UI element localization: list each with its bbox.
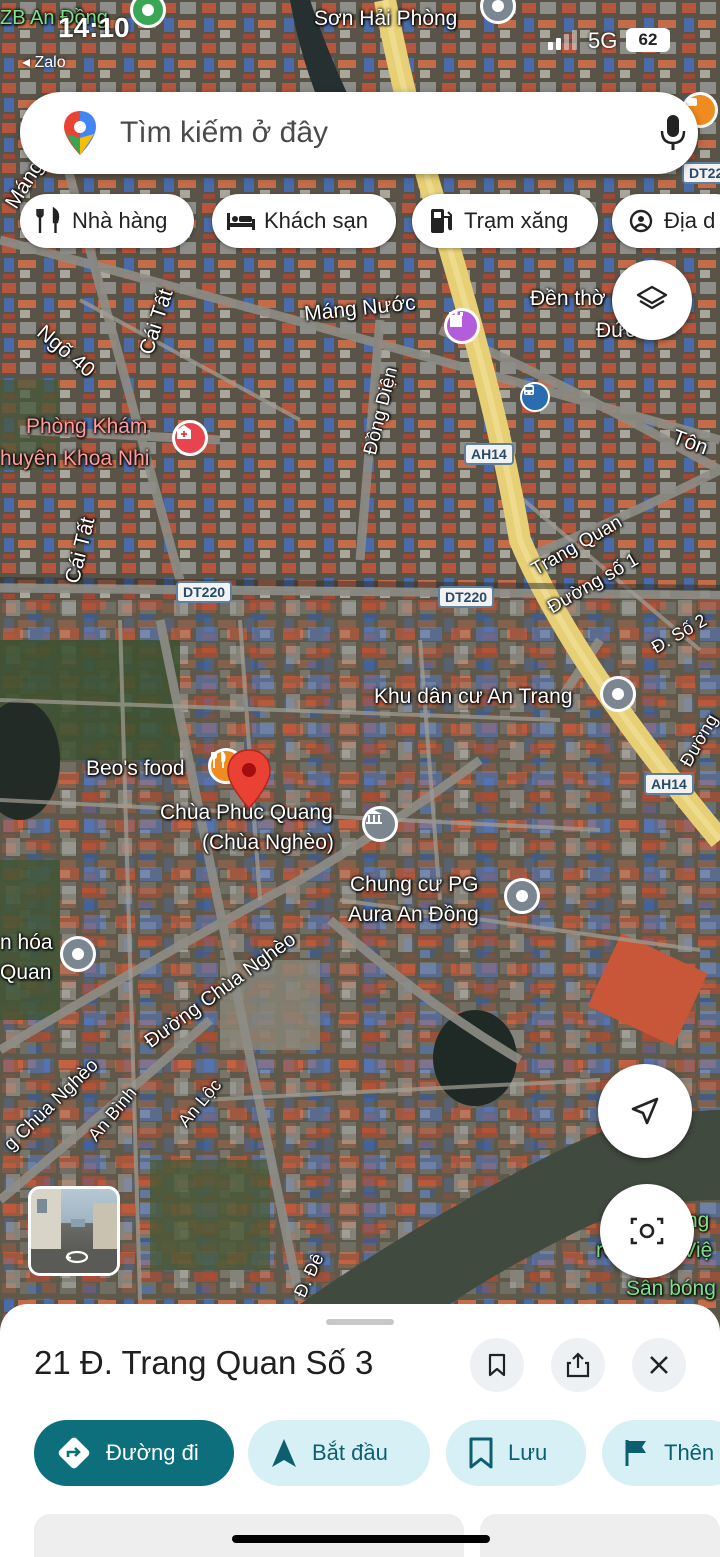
fork-knife-icon xyxy=(34,206,64,236)
map-label-phong-kham: Phòng Khám xyxy=(26,415,148,438)
home-indicator[interactable] xyxy=(232,1535,490,1543)
gas-pump-icon xyxy=(426,206,456,236)
selected-location-pin-icon[interactable] xyxy=(226,748,272,810)
close-icon xyxy=(650,1356,668,1374)
map-label-van-hoa-2: Quan xyxy=(0,961,52,984)
search-bar[interactable]: Tìm kiếm ở đây xyxy=(20,92,698,174)
landmark-icon xyxy=(626,206,656,236)
search-input[interactable]: Tìm kiếm ở đây xyxy=(120,116,328,150)
map-label-san-bong: Sân bóng xyxy=(626,1277,716,1300)
bed-icon xyxy=(226,206,256,236)
save-label: Lưu xyxy=(508,1440,548,1465)
road-shield-ah14: AH14 xyxy=(644,773,694,795)
road-shield-dt220: DT220 xyxy=(438,586,495,608)
navigation-arrow-icon xyxy=(631,1097,659,1125)
battery-level: 62 xyxy=(626,28,670,52)
share-icon xyxy=(566,1352,590,1378)
clinic-poi-icon[interactable] xyxy=(172,420,208,456)
start-label: Bắt đầu xyxy=(312,1440,388,1465)
bookmark-icon xyxy=(488,1353,506,1377)
map-label-chung-cu: Chung cư PG xyxy=(350,873,479,896)
chip-label: Nhà hàng xyxy=(72,208,168,233)
camera-icon xyxy=(630,1217,664,1245)
chip-label: Trạm xăng xyxy=(464,208,569,233)
map-label-beos-food: Beo's food xyxy=(86,757,185,780)
navigation-arrow-icon xyxy=(270,1437,298,1469)
street-view-thumbnail[interactable] xyxy=(28,1186,120,1276)
landmark-poi-icon[interactable] xyxy=(444,308,480,344)
road-shield-ah14: AH14 xyxy=(464,443,514,465)
status-time: 14:10 xyxy=(58,12,130,43)
map-layers-button[interactable] xyxy=(612,260,692,340)
save-button[interactable]: Lưu xyxy=(446,1420,586,1486)
poi-marker-icon[interactable] xyxy=(600,676,636,712)
map-label-chung-cu-2: Aura An Đồng xyxy=(348,903,479,926)
sheet-drag-handle[interactable] xyxy=(326,1319,394,1325)
road-shield-dt220: DT220 xyxy=(682,162,720,184)
signal-strength-icon xyxy=(548,30,577,50)
lens-search-button[interactable] xyxy=(600,1184,694,1278)
add-label-button[interactable]: Thên xyxy=(602,1420,720,1486)
chip-attractions[interactable]: Địa d xyxy=(612,194,720,248)
microphone-icon[interactable] xyxy=(660,114,686,152)
bookmark-icon xyxy=(468,1437,494,1469)
network-type: 5G xyxy=(588,28,618,53)
google-maps-logo-icon xyxy=(64,111,96,155)
chip-restaurants[interactable]: Nhà hàng xyxy=(20,194,194,248)
map-label-chua-ngheo: (Chùa Nghèo) xyxy=(202,831,334,854)
my-location-button[interactable] xyxy=(598,1064,692,1158)
road-shield-dt220: DT220 xyxy=(176,581,233,603)
place-bottom-sheet[interactable]: 21 Đ. Trang Quan Số 3 Đường đi Bắt đầu L… xyxy=(0,1304,720,1557)
photo-card[interactable] xyxy=(480,1514,720,1557)
directions-icon xyxy=(56,1435,92,1471)
poi-marker-icon[interactable] xyxy=(60,936,96,972)
rotate-360-icon xyxy=(65,1250,89,1264)
map-label-phong-kham-2: huyên Khoa Nhi xyxy=(0,447,150,470)
chip-label: Địa d xyxy=(664,208,716,233)
share-button[interactable] xyxy=(551,1338,605,1392)
flag-icon xyxy=(624,1438,650,1468)
directions-label: Đường đi xyxy=(106,1440,199,1465)
save-place-button[interactable] xyxy=(470,1338,524,1392)
back-to-app-link[interactable]: ◂ Zalo xyxy=(22,52,66,72)
place-title: 21 Đ. Trang Quan Số 3 xyxy=(34,1344,374,1381)
close-button[interactable] xyxy=(632,1338,686,1392)
layers-icon xyxy=(636,285,668,310)
map-label-khu-dan-cu: Khu dân cư An Trang xyxy=(374,685,573,708)
bus-stop-icon[interactable] xyxy=(520,382,550,412)
chip-label: Khách sạn xyxy=(264,208,368,233)
temple-poi-icon[interactable] xyxy=(362,806,398,842)
map-label-van-hoa: n hóa xyxy=(0,931,53,954)
directions-button[interactable]: Đường đi xyxy=(34,1420,234,1486)
start-navigation-button[interactable]: Bắt đầu xyxy=(248,1420,430,1486)
chip-gas-stations[interactable]: Trạm xăng xyxy=(412,194,598,248)
status-bar: 14:10 ◂ Zalo 5G 62 xyxy=(0,0,720,80)
chip-hotels[interactable]: Khách sạn xyxy=(212,194,396,248)
label-label: Thên xyxy=(664,1440,715,1465)
poi-marker-icon[interactable] xyxy=(504,878,540,914)
